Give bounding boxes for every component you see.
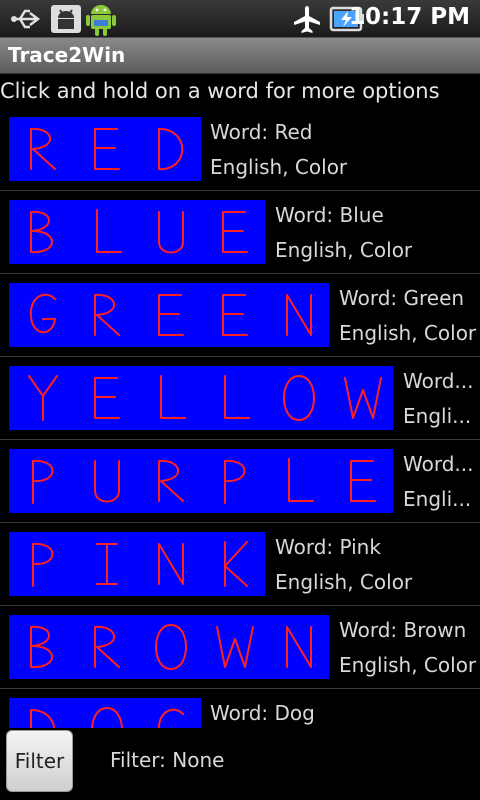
word-meta: Engli... (403, 404, 472, 428)
traced-letter (155, 624, 187, 670)
trace-image (9, 449, 393, 513)
traced-letter (286, 294, 312, 336)
word-label: Word: Dog (210, 701, 315, 725)
traced-letter (344, 377, 382, 419)
traced-letter (158, 211, 184, 254)
traced-letter (28, 375, 58, 421)
traced-letter (158, 294, 184, 336)
traced-letter (158, 708, 184, 728)
traced-letter (350, 460, 376, 502)
status-time: 10:17 PM (349, 4, 470, 30)
word-meta: English, Color (339, 653, 477, 677)
traced-letter (94, 377, 120, 419)
debug-icon (50, 4, 82, 38)
list-item[interactable]: Word: Dog (0, 689, 480, 728)
traced-letter (29, 293, 56, 334)
hint-text: Click and hold on a word for more option… (0, 79, 440, 103)
traced-letter (288, 458, 314, 502)
list-item[interactable]: Word: Pink English, Color (0, 523, 480, 606)
list-item[interactable]: Word... Engli... (0, 357, 480, 440)
usb-icon (10, 4, 44, 38)
traced-letter (283, 375, 315, 421)
word-label: Word: Brown (339, 618, 467, 642)
app-title: Trace2Win (8, 43, 126, 67)
traced-letter (94, 625, 120, 668)
traced-letter (94, 128, 120, 170)
filter-button[interactable]: Filter (6, 730, 73, 792)
word-label: Word: Red (210, 120, 313, 144)
traced-letter (222, 211, 248, 253)
traced-letter (224, 375, 250, 419)
filter-status: Filter: None (110, 748, 225, 772)
trace-image (9, 698, 201, 728)
traced-letter (94, 460, 120, 503)
list-item[interactable]: Word... Engli... (0, 440, 480, 523)
traced-letter (216, 626, 254, 668)
word-label: Word... (403, 369, 474, 393)
trace-image (9, 117, 201, 181)
word-label: Word: Pink (275, 535, 381, 559)
airplane-mode-icon (292, 4, 322, 38)
list-item[interactable]: Word: Green English, Color (0, 274, 480, 357)
android-icon (86, 1, 116, 41)
traced-letter (30, 709, 56, 728)
traced-letter (160, 375, 186, 419)
word-meta: English, Color (275, 238, 413, 262)
traced-letter (158, 128, 184, 171)
word-meta: English, Color (339, 321, 477, 345)
traced-letter (224, 541, 248, 587)
trace-image (9, 366, 393, 430)
list-item[interactable]: Word: Blue English, Color (0, 191, 480, 274)
list-item[interactable]: Word: Brown English, Color (0, 606, 480, 689)
traced-letter (32, 459, 54, 504)
traced-letter (91, 707, 123, 728)
traced-letter (224, 459, 246, 504)
word-label: Word: Blue (275, 203, 384, 227)
traced-letter (158, 459, 184, 502)
status-bar: 10:17 PM (0, 0, 480, 38)
trace-image (9, 283, 329, 347)
word-list[interactable]: Word: Red English, Color Word: Blue Engl… (0, 108, 480, 728)
traced-letter (30, 625, 53, 669)
word-label: Word: Green (339, 286, 465, 310)
word-label: Word... (403, 452, 474, 476)
traced-letter (96, 209, 122, 253)
traced-letter (30, 210, 53, 254)
word-meta: English, Color (210, 155, 348, 179)
traced-letter (222, 294, 248, 336)
traced-letter (286, 626, 312, 668)
traced-letter (32, 542, 54, 587)
trace-image (9, 615, 329, 679)
list-item[interactable]: Word: Red English, Color (0, 108, 480, 191)
traced-letter (94, 293, 120, 336)
title-bar: Trace2Win (0, 38, 480, 74)
trace-image (9, 200, 265, 264)
word-meta: English, Color (275, 570, 413, 594)
word-meta: Engli... (403, 487, 472, 511)
bottom-bar: Filter Filter: None (0, 728, 480, 800)
traced-letter (30, 127, 56, 170)
traced-letter (158, 543, 184, 585)
traced-letter (96, 543, 118, 585)
trace-image (9, 532, 265, 596)
